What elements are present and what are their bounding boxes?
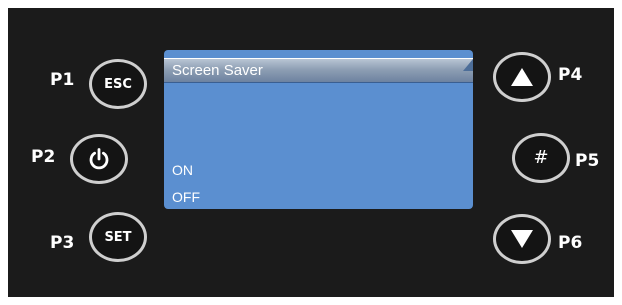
key-label-p3: P3 xyxy=(50,233,75,253)
power-icon xyxy=(87,147,111,171)
esc-button[interactable]: ESC xyxy=(89,59,147,109)
key-label-p2: P2 xyxy=(31,147,56,167)
arrow-down-icon xyxy=(510,229,534,249)
up-button[interactable] xyxy=(493,52,551,102)
key-label-p6: P6 xyxy=(558,233,583,253)
screen-title: Screen Saver xyxy=(172,62,263,79)
set-button-label: SET xyxy=(104,229,132,245)
key-label-p5: P5 xyxy=(575,151,600,171)
lcd-screen: Screen Saver ON OFF xyxy=(164,50,473,209)
key-label-p1: P1 xyxy=(50,70,75,90)
title-bar-corner xyxy=(463,59,473,71)
key-label-p4: P4 xyxy=(558,65,583,85)
screen-title-bar: Screen Saver xyxy=(164,58,473,83)
arrow-up-icon xyxy=(510,67,534,87)
option-on[interactable]: ON xyxy=(172,161,193,179)
esc-button-label: ESC xyxy=(104,76,132,92)
power-button[interactable] xyxy=(70,134,128,184)
hash-button[interactable]: # xyxy=(512,133,570,183)
option-off[interactable]: OFF xyxy=(172,188,200,206)
set-button[interactable]: SET xyxy=(89,212,147,262)
down-button[interactable] xyxy=(493,214,551,264)
hash-button-label: # xyxy=(533,147,549,168)
